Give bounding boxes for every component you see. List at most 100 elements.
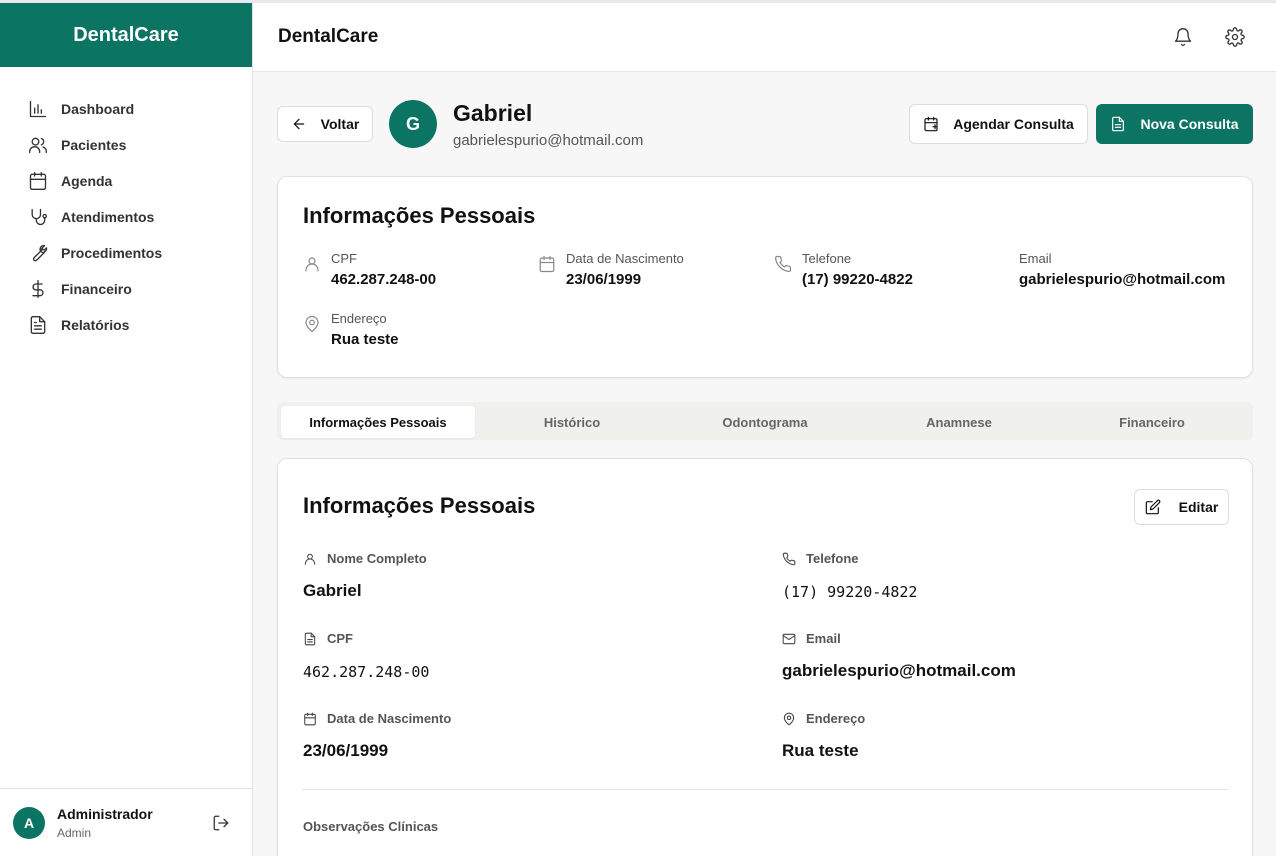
arrow-left-icon xyxy=(293,118,304,130)
sidebar-item-label: Relatórios xyxy=(61,317,130,333)
user-panel: A Administrador Admin xyxy=(0,788,252,856)
tab-informacoes-pessoais[interactable]: Informações Pessoais xyxy=(281,406,475,438)
user-icon xyxy=(304,553,316,565)
header-title: DentalCare xyxy=(278,26,379,47)
sidebar-item-label: Procedimentos xyxy=(61,245,163,261)
tab-odontograma[interactable]: Odontograma xyxy=(668,406,862,438)
edit-icon xyxy=(1145,499,1160,515)
summary-email: Email gabrielespurio@hotmail.com xyxy=(1019,251,1225,288)
tab-anamnese[interactable]: Anamnese xyxy=(862,406,1056,438)
sidebar-item-dashboard[interactable]: Dashboard xyxy=(0,91,252,127)
field-label: Data de Nascimento xyxy=(327,711,452,726)
calendar-plus-icon xyxy=(924,116,938,132)
file-icon xyxy=(30,316,46,334)
back-button[interactable]: Voltar xyxy=(277,106,373,142)
map-pin-icon xyxy=(783,712,795,725)
clinical-notes-label: Observações Clínicas xyxy=(303,819,439,834)
dollar-icon xyxy=(32,280,44,298)
user-icon xyxy=(303,255,321,273)
sidebar-item-label: Pacientes xyxy=(61,137,127,153)
new-appointment-button[interactable]: Nova Consulta xyxy=(1096,104,1253,144)
field-label: Data de Nascimento xyxy=(566,251,684,266)
field-value: Rua teste xyxy=(331,331,399,348)
new-label: Nova Consulta xyxy=(1140,116,1239,132)
calendar-icon xyxy=(304,712,316,725)
summary-birth: Data de Nascimento 23/06/1999 xyxy=(538,251,684,288)
sidebar-item-atendimentos[interactable]: Atendimentos xyxy=(0,199,252,235)
sidebar-item-procedimentos[interactable]: Procedimentos xyxy=(0,235,252,271)
sidebar-item-pacientes[interactable]: Pacientes xyxy=(0,127,252,163)
field-label: Telefone xyxy=(802,251,852,266)
back-label: Voltar xyxy=(320,116,360,132)
chart-icon xyxy=(29,100,47,118)
calendar-icon xyxy=(538,255,556,273)
phone-icon xyxy=(782,552,796,565)
label-cpf: CPF xyxy=(303,631,353,646)
summary-title: Informações Pessoais xyxy=(303,203,536,228)
details-title: Informações Pessoais xyxy=(303,493,536,518)
settings-button[interactable] xyxy=(1225,27,1245,47)
field-label: Email xyxy=(806,631,841,646)
field-label: Endereço xyxy=(331,311,387,326)
logout-button[interactable] xyxy=(212,814,230,832)
phone-icon xyxy=(774,255,792,273)
edit-button[interactable]: Editar xyxy=(1134,489,1229,525)
calendar-icon xyxy=(29,172,47,190)
field-label: Email xyxy=(1019,251,1052,266)
tab-bar: Informações Pessoais Histórico Odontogra… xyxy=(277,402,1253,440)
patient-avatar: G xyxy=(389,100,437,148)
value-endereco: Rua teste xyxy=(782,741,859,760)
sidebar-item-agenda[interactable]: Agenda xyxy=(0,163,252,199)
users-icon xyxy=(29,137,47,154)
logout-icon xyxy=(213,815,229,831)
edit-label: Editar xyxy=(1178,499,1219,515)
notifications-button[interactable] xyxy=(1173,27,1193,47)
sidebar: DentalCare Dashboard Pacientes Agenda At… xyxy=(0,3,253,856)
summary-phone: Telefone (17) 99220-4822 xyxy=(774,251,913,288)
summary-cpf: CPF 462.287.248-00 xyxy=(303,251,436,288)
sidebar-item-label: Financeiro xyxy=(61,281,132,297)
details-card: Informações Pessoais Editar Nome Complet… xyxy=(277,458,1253,856)
sidebar-item-financeiro[interactable]: Financeiro xyxy=(0,271,252,307)
mail-icon xyxy=(782,633,796,644)
map-pin-icon xyxy=(303,315,321,333)
summary-address: Endereço Rua teste xyxy=(303,311,399,348)
label-telefone: Telefone xyxy=(782,551,859,566)
file-text-icon xyxy=(1112,116,1125,132)
divider xyxy=(302,789,1228,790)
value-data-nascimento: 23/06/1999 xyxy=(303,741,389,760)
avatar[interactable]: A xyxy=(13,806,45,839)
field-label: Nome Completo xyxy=(327,551,427,566)
label-endereco: Endereço xyxy=(782,711,865,726)
label-data-nascimento: Data de Nascimento xyxy=(303,711,451,726)
field-label: Endereço xyxy=(806,711,866,726)
brand-logo[interactable]: DentalCare xyxy=(0,3,252,67)
sidebar-item-relatorios[interactable]: Relatórios xyxy=(0,307,252,343)
field-value: 462.287.248-00 xyxy=(331,271,437,288)
sidebar-item-label: Dashboard xyxy=(61,101,135,117)
sidebar-nav: Dashboard Pacientes Agenda Atendimentos … xyxy=(0,67,252,343)
user-name: Administrador xyxy=(57,805,153,822)
main-content: Voltar G Gabriel gabrielespurio@hotmail.… xyxy=(253,72,1276,856)
field-value: 23/06/1999 xyxy=(566,271,642,288)
field-value: (17) 99220-4822 xyxy=(802,271,913,288)
gear-icon xyxy=(1225,27,1245,47)
label-nome-completo: Nome Completo xyxy=(303,551,427,566)
value-nome-completo: Gabriel xyxy=(303,581,362,600)
tab-historico[interactable]: Histórico xyxy=(475,406,669,438)
value-email: gabrielespurio@hotmail.com xyxy=(782,661,1016,680)
tab-financeiro[interactable]: Financeiro xyxy=(1055,406,1249,438)
wrench-icon xyxy=(32,244,48,262)
summary-card: Informações Pessoais CPF 462.287.248-00 … xyxy=(277,176,1253,378)
field-label: Telefone xyxy=(806,551,859,566)
stethoscope-icon xyxy=(31,208,48,226)
value-cpf: 462.287.248-00 xyxy=(303,663,430,681)
field-value: gabrielespurio@hotmail.com xyxy=(1019,271,1226,288)
file-text-icon xyxy=(304,632,316,645)
patient-email: gabrielespurio@hotmail.com xyxy=(453,132,644,149)
user-role: Admin xyxy=(57,825,92,840)
value-telefone: (17) 99220-4822 xyxy=(782,583,918,601)
sidebar-item-label: Agenda xyxy=(61,173,113,189)
schedule-appointment-button[interactable]: Agendar Consulta xyxy=(909,104,1088,144)
patient-name: Gabriel xyxy=(453,100,533,126)
